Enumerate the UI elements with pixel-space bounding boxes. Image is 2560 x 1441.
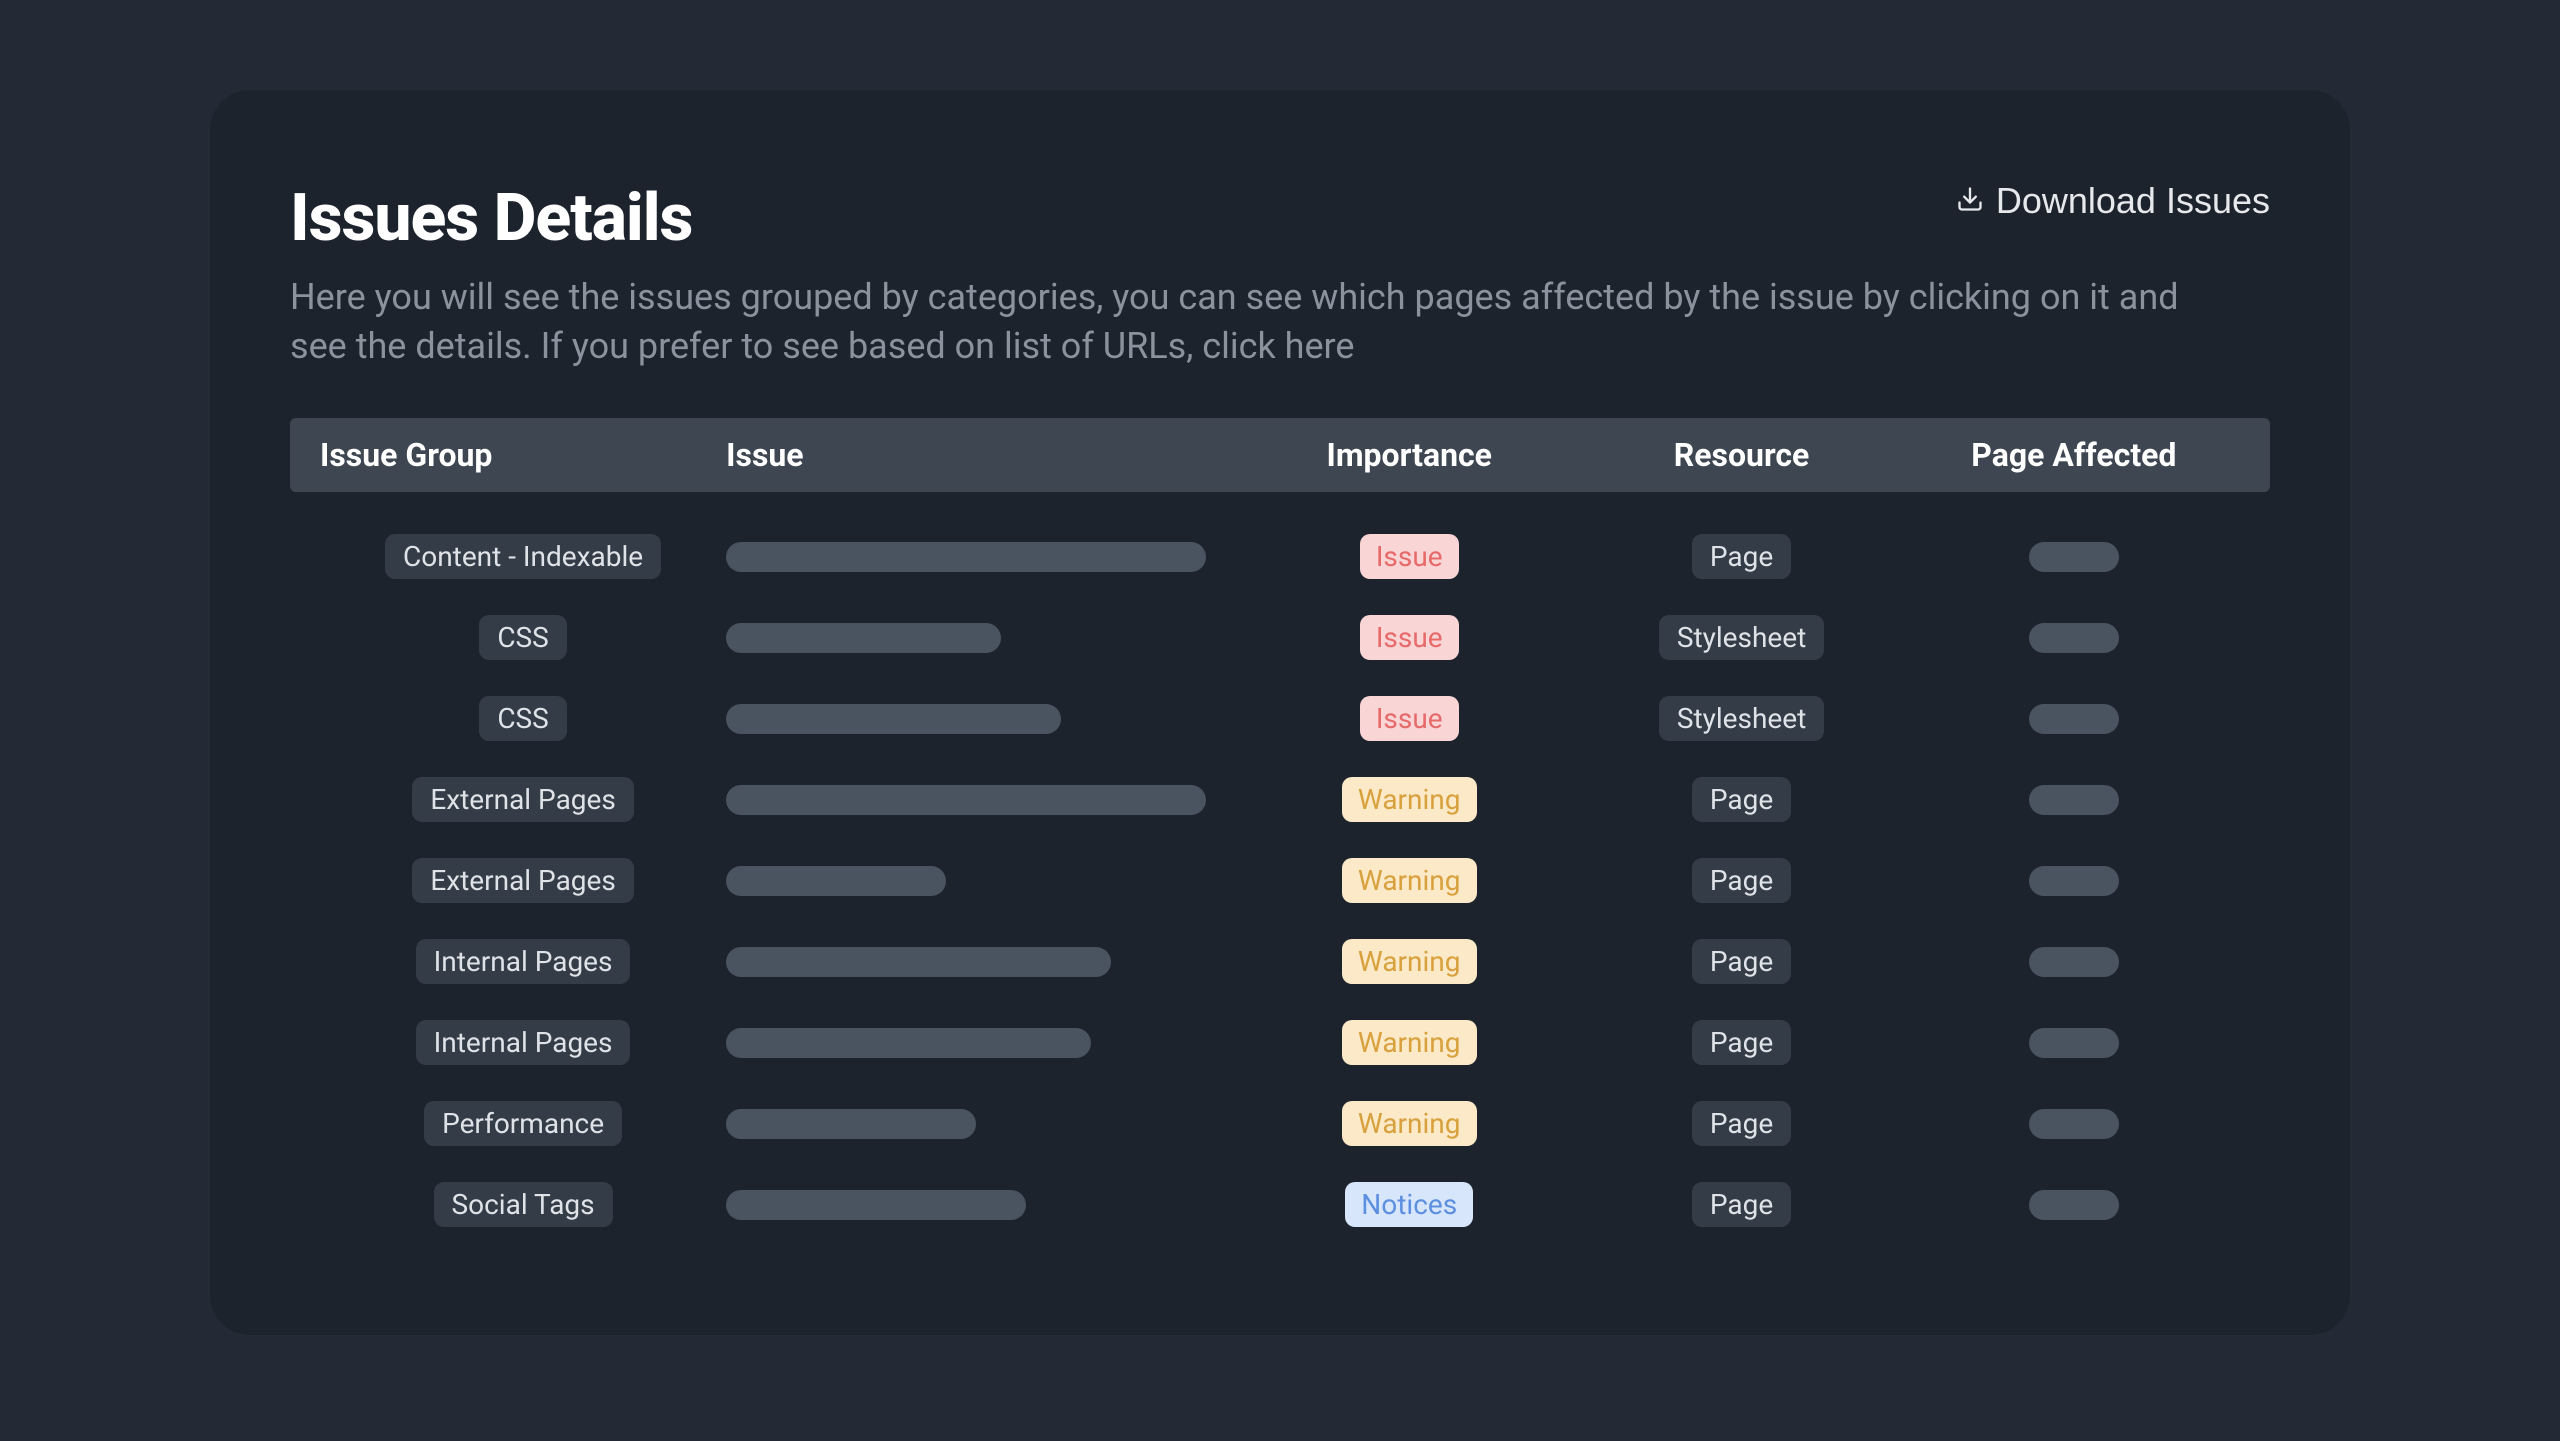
importance-badge: Notices: [1345, 1182, 1473, 1227]
importance-badge: Warning: [1342, 1101, 1477, 1146]
issue-placeholder: [726, 866, 946, 896]
resource-pill: Stylesheet: [1659, 615, 1824, 660]
page-subtitle: Here you will see the issues grouped by …: [290, 273, 2190, 370]
page-affected-placeholder: [2029, 1028, 2119, 1058]
table-row[interactable]: Internal Pages Warning Page: [290, 1002, 2270, 1083]
issue-group-pill: CSS: [479, 615, 566, 660]
table-row[interactable]: External Pages Warning Page: [290, 759, 2270, 840]
table-row[interactable]: CSS Issue Stylesheet: [290, 678, 2270, 759]
issue-placeholder: [726, 947, 1111, 977]
issue-group-pill: Internal Pages: [416, 1020, 631, 1065]
importance-badge: Warning: [1342, 939, 1477, 984]
issue-group-pill: Internal Pages: [416, 939, 631, 984]
issue-placeholder: [726, 542, 1206, 572]
page-affected-placeholder: [2029, 542, 2119, 572]
table-row[interactable]: Social Tags Notices Page: [290, 1164, 2270, 1245]
resource-pill: Page: [1692, 534, 1791, 579]
download-issues-label: Download Issues: [1996, 180, 2270, 222]
importance-badge: Warning: [1342, 777, 1477, 822]
importance-badge: Warning: [1342, 858, 1477, 903]
issue-placeholder: [726, 785, 1206, 815]
col-header-resource: Resource: [1575, 436, 1907, 474]
table-row[interactable]: External Pages Warning Page: [290, 840, 2270, 921]
issue-placeholder: [726, 1109, 976, 1139]
issues-table: Issue Group Issue Importance Resource Pa…: [290, 418, 2270, 1245]
page-affected-placeholder: [2029, 623, 2119, 653]
resource-pill: Page: [1692, 858, 1791, 903]
col-header-group: Issue Group: [320, 436, 726, 474]
issue-group-pill: CSS: [479, 696, 566, 741]
page-affected-placeholder: [2029, 704, 2119, 734]
resource-pill: Page: [1692, 939, 1791, 984]
issue-group-pill: Social Tags: [434, 1182, 613, 1227]
resource-pill: Page: [1692, 1182, 1791, 1227]
table-row[interactable]: Internal Pages Warning Page: [290, 921, 2270, 1002]
page-affected-placeholder: [2029, 947, 2119, 977]
issues-card: Issues Details Download Issues Here you …: [210, 90, 2350, 1335]
table-row[interactable]: Performance Warning Page: [290, 1083, 2270, 1164]
page-affected-placeholder: [2029, 1190, 2119, 1220]
importance-badge: Issue: [1360, 696, 1459, 741]
issue-group-pill: External Pages: [412, 777, 634, 822]
col-header-importance: Importance: [1243, 436, 1575, 474]
resource-pill: Page: [1692, 1101, 1791, 1146]
issue-group-pill: Performance: [424, 1101, 622, 1146]
download-issues-button[interactable]: Download Issues: [1956, 180, 2270, 222]
issue-placeholder: [726, 1190, 1026, 1220]
importance-badge: Issue: [1360, 534, 1459, 579]
resource-pill: Page: [1692, 1020, 1791, 1065]
table-row[interactable]: Content - Indexable Issue Page: [290, 516, 2270, 597]
page-affected-placeholder: [2029, 785, 2119, 815]
importance-badge: Warning: [1342, 1020, 1477, 1065]
col-header-issue: Issue: [726, 436, 1243, 474]
resource-pill: Page: [1692, 777, 1791, 822]
issue-placeholder: [726, 704, 1061, 734]
page-title: Issues Details: [290, 180, 692, 257]
issue-group-pill: External Pages: [412, 858, 634, 903]
issue-placeholder: [726, 623, 1001, 653]
page-affected-placeholder: [2029, 1109, 2119, 1139]
table-header-row: Issue Group Issue Importance Resource Pa…: [290, 418, 2270, 492]
page-affected-placeholder: [2029, 866, 2119, 896]
col-header-affected: Page Affected: [1908, 436, 2240, 474]
resource-pill: Stylesheet: [1659, 696, 1824, 741]
download-icon: [1956, 180, 1984, 222]
table-row[interactable]: CSS Issue Stylesheet: [290, 597, 2270, 678]
importance-badge: Issue: [1360, 615, 1459, 660]
issue-group-pill: Content - Indexable: [385, 534, 661, 579]
issue-placeholder: [726, 1028, 1091, 1058]
